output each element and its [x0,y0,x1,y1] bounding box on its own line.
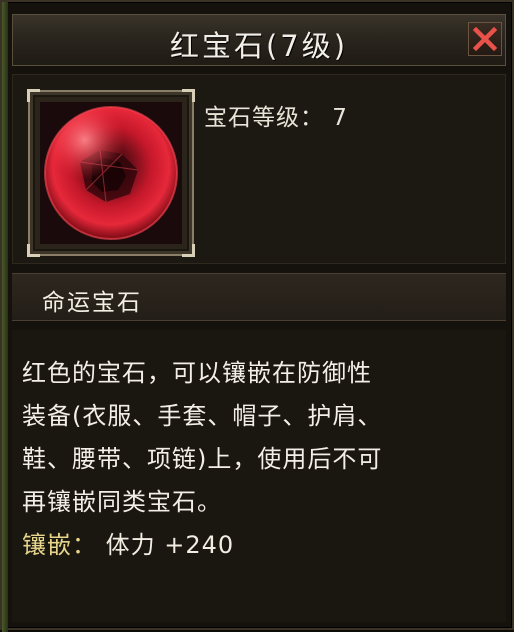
close-button[interactable] [468,22,502,56]
category-label: 命运宝石 [42,290,142,316]
item-icon-slot [27,89,195,257]
frame-corner [182,89,195,102]
inlay-value: 体力 +240 [105,531,235,559]
frame-corner [182,244,195,257]
item-title: 红宝石(7级) [169,29,349,63]
description-line: 装备(衣服、手套、帽子、护肩、 [22,402,383,430]
frame-corner [27,244,40,257]
close-x-icon [472,26,498,52]
description-line: 鞋、腰带、项链)上，使用后不可 [22,445,383,473]
category-bar: 命运宝石 [12,273,506,321]
description-line: 红色的宝石，可以镶嵌在防御性 [22,359,372,387]
item-description: 红色的宝石，可以镶嵌在防御性 装备(衣服、手套、帽子、护肩、 鞋、腰带、项链)上… [22,352,500,524]
red-gem-icon [40,102,182,244]
title-bar: 红宝石(7级) [12,14,506,66]
inlay-label: 镶嵌： [22,531,97,559]
frame-corner [27,89,40,102]
inlay-stat: 镶嵌： 体力 +240 [22,525,234,560]
gem-level-text: 宝石等级： 7 [204,105,348,131]
item-tooltip: 红宝石(7级) 宝石等级： 7 命运宝石 红色的宝石，可以镶嵌在防御性 装备(衣… [0,0,514,632]
description-line: 再镶嵌同类宝石。 [22,488,222,516]
background-edge [2,2,8,632]
